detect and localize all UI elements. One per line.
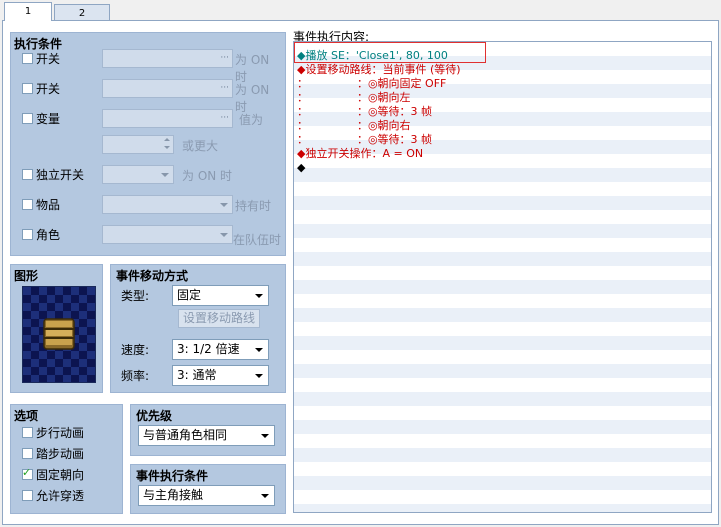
command-row[interactable]: ： ：◎等待：3 帧	[297, 105, 432, 119]
tab-page-1-label: 1	[24, 6, 32, 17]
command-row[interactable]: ： ：◎朝向固定 OFF	[297, 77, 446, 91]
tab-page-1[interactable]: 1	[4, 2, 52, 21]
set-route-button[interactable]: 设置移动路线	[178, 309, 260, 328]
actor-label: 角色	[36, 228, 61, 242]
variable-dots: ···	[220, 113, 229, 123]
graphic-preview[interactable]	[22, 286, 96, 383]
command-row[interactable]: ： ：◎朝向左	[297, 91, 411, 105]
switch1-checkbox[interactable]	[22, 53, 33, 64]
self-switch-checkbox[interactable]	[22, 169, 33, 180]
trigger-title: 事件执行条件	[136, 469, 209, 483]
movement-freq-select[interactable]: 3: 通常	[172, 365, 269, 386]
through-label: 允许穿透	[36, 489, 85, 503]
step-anim-label: 踏步动画	[36, 447, 85, 461]
set-route-button-label: 设置移动路线	[182, 311, 255, 325]
options-group: 选项 步行动画 踏步动画 ✓ 固定朝向 允许穿透	[10, 404, 123, 514]
command-row[interactable]: ： ：◎等待：3 帧	[297, 133, 432, 147]
priority-value: 与普通角色相同	[143, 428, 228, 442]
switch1-dots: ···	[220, 53, 229, 63]
item-select	[102, 195, 233, 214]
trigger-select[interactable]: 与主角接触	[138, 485, 275, 506]
chevron-down-icon	[261, 434, 269, 438]
self-switch-select	[102, 165, 174, 184]
movement-speed-value: 3: 1/2 倍速	[177, 342, 240, 356]
variable-value-spinner	[102, 135, 174, 154]
variable-checkbox[interactable]	[22, 113, 33, 124]
movement-group: 事件移动方式 类型: 固定 设置移动路线 速度: 3: 1/2 倍速 频率: 3…	[110, 264, 286, 393]
variable-more-label: 或更大	[182, 139, 219, 153]
switch1-field: ···	[102, 49, 233, 68]
movement-type-value: 固定	[177, 288, 202, 302]
walk-anim-checkbox[interactable]	[22, 427, 33, 438]
self-switch-suffix: 为 ON 时	[182, 169, 233, 183]
chevron-down-icon	[255, 348, 263, 352]
switch1-label: 开关	[36, 52, 61, 66]
priority-select[interactable]: 与普通角色相同	[138, 425, 275, 446]
movement-freq-value: 3: 通常	[177, 368, 217, 382]
chevron-down-icon	[220, 203, 228, 207]
command-row[interactable]: ◆	[297, 161, 305, 175]
tab-page-2[interactable]: 2	[54, 4, 110, 21]
trigger-value: 与主角接触	[143, 488, 204, 502]
command-row[interactable]: ： ：◎朝向右	[297, 119, 411, 133]
actor-select	[102, 225, 233, 244]
switch2-checkbox[interactable]	[22, 83, 33, 94]
conditions-group: 执行条件 开关 ··· 为 ON 时 开关 ··· 为 ON 时 变量 ··· …	[10, 32, 286, 256]
movement-title: 事件移动方式	[116, 269, 189, 283]
item-suffix: 持有时	[235, 199, 272, 213]
variable-field: ···	[102, 109, 233, 128]
command-row[interactable]: ◆设置移动路线：当前事件 (等待)	[297, 63, 461, 77]
step-anim-checkbox[interactable]	[22, 448, 33, 459]
variable-suffix: 值为	[239, 113, 264, 127]
graphic-group: 图形	[10, 264, 103, 393]
chevron-down-icon	[255, 294, 263, 298]
chevron-down-icon	[161, 173, 169, 177]
variable-label: 变量	[36, 112, 61, 126]
graphic-title: 图形	[14, 269, 39, 283]
selection-highlight	[294, 42, 486, 63]
switch2-field: ···	[102, 79, 233, 98]
actor-suffix: 在队伍时	[233, 233, 282, 247]
switch2-suffix: 为 ON 时	[235, 83, 270, 114]
actor-checkbox[interactable]	[22, 229, 33, 240]
chevron-down-icon	[220, 233, 228, 237]
chest-sprite-icon	[43, 318, 75, 350]
movement-speed-label: 速度:	[121, 343, 150, 357]
priority-title: 优先级	[136, 409, 173, 423]
self-switch-label: 独立开关	[36, 168, 85, 182]
trigger-group: 事件执行条件 与主角接触	[130, 464, 286, 514]
command-row[interactable]: ◆独立开关操作：A = ON	[297, 147, 423, 161]
switch1-suffix: 为 ON 时	[235, 53, 270, 84]
movement-freq-label: 频率:	[121, 369, 150, 383]
checkmark-icon: ✓	[22, 466, 32, 479]
tab-page-2-label: 2	[78, 8, 86, 19]
spinner-down-icon	[164, 146, 170, 149]
item-checkbox[interactable]	[22, 199, 33, 210]
through-checkbox[interactable]	[22, 490, 33, 501]
switch2-label: 开关	[36, 82, 61, 96]
movement-type-select[interactable]: 固定	[172, 285, 269, 306]
movement-type-label: 类型:	[121, 289, 150, 303]
switch2-dots: ···	[220, 83, 229, 93]
movement-speed-select[interactable]: 3: 1/2 倍速	[172, 339, 269, 360]
chevron-down-icon	[255, 374, 263, 378]
priority-group: 优先级 与普通角色相同	[130, 404, 286, 456]
direction-fix-label: 固定朝向	[36, 468, 85, 482]
options-title: 选项	[14, 409, 39, 423]
direction-fix-checkbox[interactable]: ✓	[22, 466, 33, 480]
item-label: 物品	[36, 198, 61, 212]
event-command-list[interactable]: ◆播放 SE：'Close1', 80, 100 ◆设置移动路线：当前事件 (等…	[293, 41, 712, 513]
walk-anim-label: 步行动画	[36, 426, 85, 440]
spinner-up-icon	[164, 138, 170, 141]
chevron-down-icon	[261, 494, 269, 498]
